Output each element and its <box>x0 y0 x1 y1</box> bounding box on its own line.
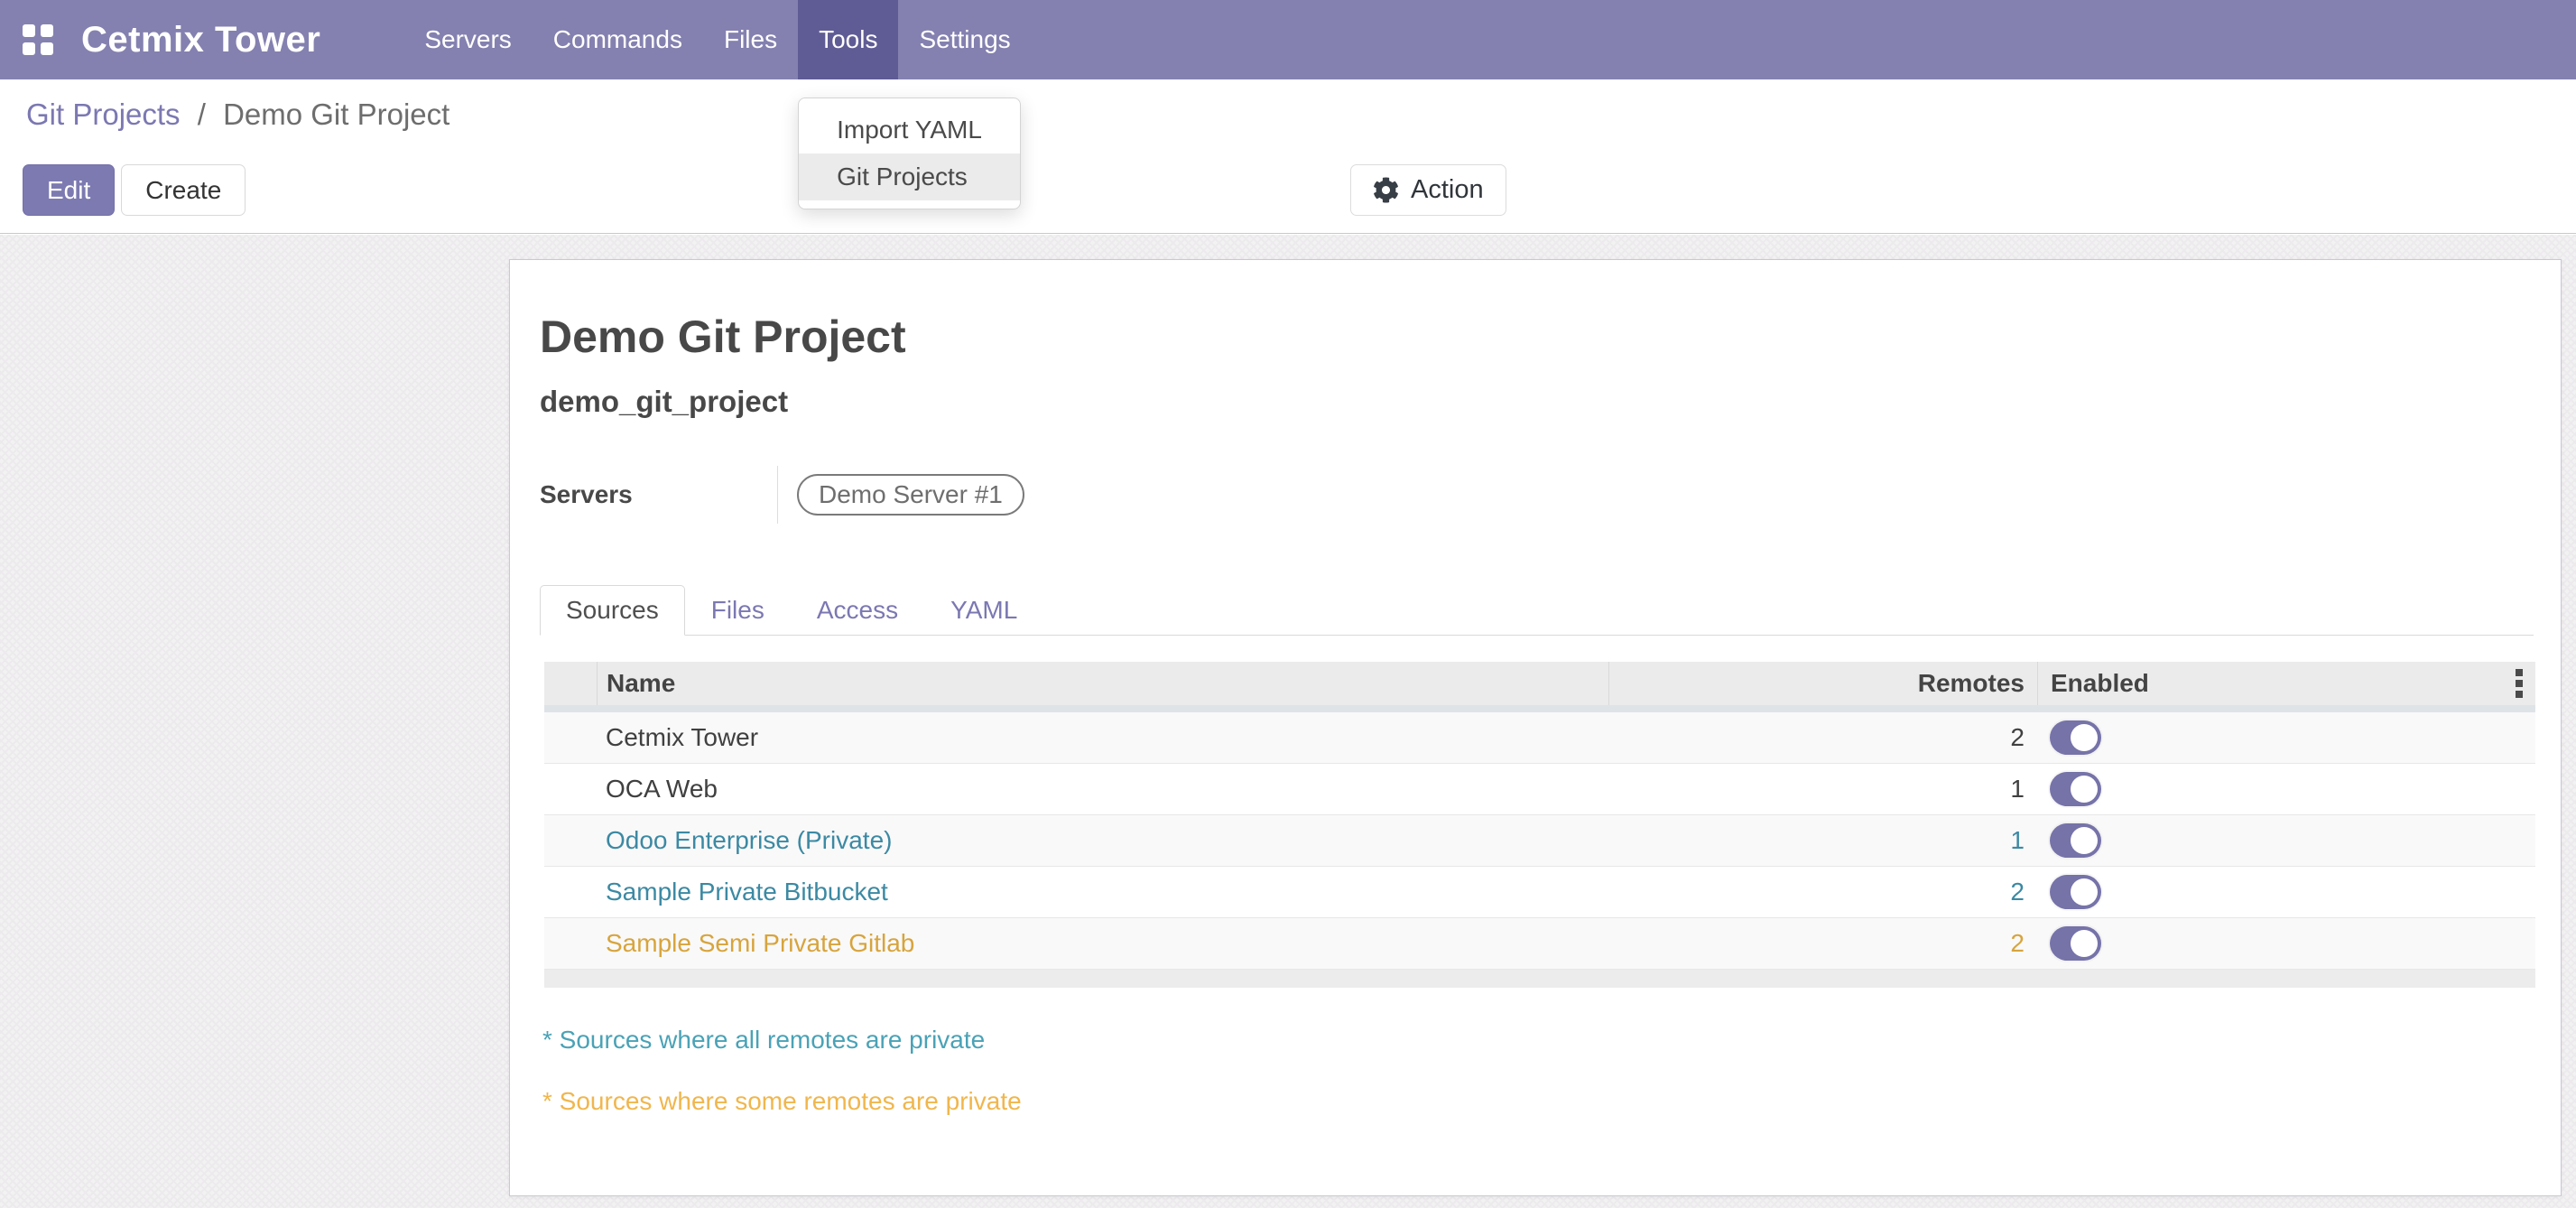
breadcrumb: Git Projects / Demo Git Project <box>26 98 449 132</box>
table-header-row: Name Remotes Enabled <box>544 662 2535 712</box>
app-brand[interactable]: Cetmix Tower <box>81 20 320 60</box>
nav-item-settings[interactable]: Settings <box>898 0 1031 79</box>
table-body: Cetmix Tower 2 OCA Web 1 Odoo En <box>544 712 2535 970</box>
action-menu-button[interactable]: Action <box>1350 164 1506 216</box>
nav-item-commands[interactable]: Commands <box>533 0 703 79</box>
servers-field-label: Servers <box>540 466 777 524</box>
enabled-toggle[interactable] <box>2050 772 2101 806</box>
nav-item-files[interactable]: Files <box>703 0 798 79</box>
remotes-count-cell: 1 <box>1608 775 2037 804</box>
servers-field-row: Servers Demo Server #1 <box>540 466 2534 524</box>
menu-item-import-yaml[interactable]: Import YAML <box>799 107 1020 153</box>
enabled-toggle[interactable] <box>2050 823 2101 858</box>
tools-dropdown-menu: Import YAML Git Projects <box>798 98 1021 209</box>
apps-grid-square <box>41 24 53 37</box>
breadcrumb-separator: / <box>198 98 206 131</box>
enabled-cell <box>2037 772 2535 806</box>
source-name-cell: Cetmix Tower <box>597 723 1608 752</box>
record-buttons: Edit Create <box>23 164 246 216</box>
notebook-tabs: Sources Files Access YAML <box>540 585 2534 636</box>
source-name-cell: Odoo Enterprise (Private) <box>597 826 1608 855</box>
control-panel: Git Projects / Demo Git Project Edit Cre… <box>0 79 2576 234</box>
row-selector-cell[interactable] <box>544 712 597 763</box>
server-tag[interactable]: Demo Server #1 <box>797 474 1024 516</box>
menu-item-git-projects[interactable]: Git Projects <box>799 153 1020 200</box>
legend-footnotes: * Sources where all remotes are private … <box>542 1026 2534 1116</box>
apps-grid-icon[interactable] <box>23 24 53 55</box>
row-selector-cell[interactable] <box>544 867 597 917</box>
tab-access[interactable]: Access <box>791 585 924 636</box>
remotes-count-cell: 1 <box>1608 826 2037 855</box>
enabled-cell <box>2037 823 2535 858</box>
servers-field-value: Demo Server #1 <box>778 466 1024 524</box>
enabled-toggle[interactable] <box>2050 720 2101 755</box>
table-row[interactable]: Sample Semi Private Gitlab 2 <box>544 918 2535 970</box>
column-header-enabled[interactable]: Enabled <box>2037 662 2535 705</box>
footnote-semi-private: * Sources where some remotes are private <box>542 1087 2534 1116</box>
apps-grid-square <box>23 24 35 37</box>
breadcrumb-parent-link[interactable]: Git Projects <box>26 98 181 131</box>
row-selector-cell[interactable] <box>544 918 597 969</box>
apps-grid-square <box>41 42 53 55</box>
footnote-private: * Sources where all remotes are private <box>542 1026 2534 1055</box>
action-menu-label: Action <box>1411 175 1484 205</box>
remotes-count-cell: 2 <box>1608 878 2037 906</box>
apps-grid-square <box>23 42 35 55</box>
content-area: Demo Git Project demo_git_project Server… <box>0 235 2576 1208</box>
table-row[interactable]: OCA Web 1 <box>544 764 2535 815</box>
optional-columns-icon[interactable] <box>2512 665 2526 702</box>
enabled-cell <box>2037 720 2535 755</box>
tab-yaml[interactable]: YAML <box>924 585 1043 636</box>
enabled-cell <box>2037 875 2535 909</box>
column-header-remotes[interactable]: Remotes <box>1608 662 2037 705</box>
enabled-cell <box>2037 926 2535 961</box>
column-header-name[interactable]: Name <box>597 662 1608 705</box>
source-name-cell: OCA Web <box>597 775 1608 804</box>
table-scroll-strip[interactable] <box>544 970 2535 988</box>
row-selector-cell[interactable] <box>544 815 597 866</box>
row-selector-header[interactable] <box>544 662 597 705</box>
breadcrumb-current: Demo Git Project <box>223 98 449 131</box>
table-row[interactable]: Sample Private Bitbucket 2 <box>544 867 2535 918</box>
source-name-cell: Sample Semi Private Gitlab <box>597 929 1608 958</box>
table-row[interactable]: Odoo Enterprise (Private) 1 <box>544 815 2535 867</box>
enabled-toggle[interactable] <box>2050 875 2101 909</box>
enabled-toggle[interactable] <box>2050 926 2101 961</box>
tab-sources[interactable]: Sources <box>540 585 685 636</box>
remotes-count-cell: 2 <box>1608 929 2037 958</box>
edit-button[interactable]: Edit <box>23 164 115 216</box>
tab-files[interactable]: Files <box>685 585 791 636</box>
form-sheet: Demo Git Project demo_git_project Server… <box>509 259 2562 1196</box>
top-navbar: Cetmix Tower Servers Commands Files Tool… <box>0 0 2576 79</box>
create-button[interactable]: Create <box>121 164 246 216</box>
sources-table: Name Remotes Enabled Cetmix Tower 2 OCA … <box>544 662 2535 970</box>
nav-item-servers[interactable]: Servers <box>403 0 532 79</box>
main-menu: Servers Commands Files Tools Import YAML… <box>403 0 1031 79</box>
nav-item-tools-label: Tools <box>819 25 877 54</box>
gear-icon <box>1373 177 1399 203</box>
project-code: demo_git_project <box>540 385 2534 419</box>
nav-item-tools[interactable]: Tools Import YAML Git Projects <box>798 0 898 79</box>
page-title: Demo Git Project <box>540 311 2534 363</box>
source-name-cell: Sample Private Bitbucket <box>597 878 1608 906</box>
row-selector-cell[interactable] <box>544 764 597 814</box>
remotes-count-cell: 2 <box>1608 723 2037 752</box>
table-row[interactable]: Cetmix Tower 2 <box>544 712 2535 764</box>
